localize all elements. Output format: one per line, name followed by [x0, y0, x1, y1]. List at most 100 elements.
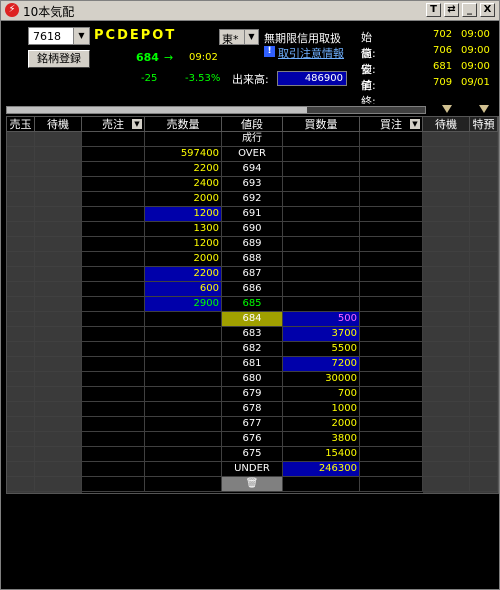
order-cell[interactable] — [360, 192, 423, 206]
order-cell[interactable] — [470, 387, 498, 401]
order-book-row[interactable]: 677 2000 — [7, 417, 498, 432]
price-cell[interactable]: 成行 — [222, 132, 283, 146]
order-cell[interactable] — [35, 147, 82, 161]
col-header-buy-order[interactable]: 買注 ▼ — [360, 117, 423, 132]
buy-qty-cell[interactable] — [283, 177, 360, 191]
order-cell[interactable] — [35, 222, 82, 236]
order-book-row[interactable]: 683 3700 — [7, 327, 498, 342]
order-cell[interactable] — [360, 417, 423, 431]
chevron-down-icon[interactable]: ▼ — [132, 119, 142, 129]
order-cell[interactable] — [82, 447, 145, 461]
order-cell[interactable] — [470, 147, 498, 161]
sell-qty-cell[interactable]: 2000 — [145, 192, 222, 206]
order-cell[interactable] — [7, 177, 35, 191]
buy-qty-cell[interactable] — [283, 237, 360, 251]
order-cell[interactable] — [82, 327, 145, 341]
buy-qty-cell[interactable] — [283, 162, 360, 176]
register-stock-button[interactable]: 銘柄登録 — [28, 50, 90, 68]
buy-qty-cell[interactable] — [283, 252, 360, 266]
order-cell[interactable] — [470, 447, 498, 461]
order-cell[interactable] — [7, 252, 35, 266]
order-cell[interactable] — [470, 462, 498, 476]
order-cell[interactable] — [423, 387, 470, 401]
sell-qty-cell[interactable] — [145, 342, 222, 356]
order-cell[interactable] — [470, 282, 498, 296]
buy-qty-cell[interactable]: 246300 — [283, 462, 360, 476]
order-cell[interactable] — [7, 342, 35, 356]
sell-qty-cell[interactable]: 597400 — [145, 147, 222, 161]
order-cell[interactable] — [470, 297, 498, 311]
order-cell[interactable] — [360, 372, 423, 386]
order-cell[interactable] — [82, 357, 145, 371]
price-cell[interactable]: 682 — [222, 342, 283, 356]
price-cell[interactable]: 677 — [222, 417, 283, 431]
sell-qty-cell[interactable]: 1300 — [145, 222, 222, 236]
sell-qty-cell[interactable]: 2400 — [145, 177, 222, 191]
order-cell[interactable] — [35, 432, 82, 446]
order-cell[interactable] — [470, 207, 498, 221]
order-cell[interactable] — [470, 237, 498, 251]
order-cell[interactable] — [35, 162, 82, 176]
order-book-row[interactable]: 成行 — [7, 132, 498, 147]
market-select[interactable]: 東* ▼ — [219, 29, 259, 46]
order-cell[interactable] — [82, 417, 145, 431]
order-cell[interactable] — [7, 447, 35, 461]
order-cell[interactable] — [423, 372, 470, 386]
price-cell[interactable]: 683 — [222, 327, 283, 341]
buy-qty-cell[interactable]: 3700 — [283, 327, 360, 341]
swap-button[interactable]: ⇄ — [444, 3, 459, 17]
order-cell[interactable] — [360, 297, 423, 311]
order-cell[interactable] — [423, 357, 470, 371]
buy-qty-cell[interactable]: 3800 — [283, 432, 360, 446]
sell-qty-cell[interactable] — [145, 447, 222, 461]
text-mode-button[interactable]: T — [426, 3, 441, 17]
trading-notice-link[interactable]: 取引注意情報 — [278, 45, 344, 61]
order-cell[interactable] — [35, 282, 82, 296]
order-cell[interactable] — [423, 402, 470, 416]
order-book-row[interactable]: 684 500 — [7, 312, 498, 327]
order-cell[interactable] — [7, 357, 35, 371]
buy-qty-cell[interactable] — [283, 147, 360, 161]
order-cell[interactable] — [360, 447, 423, 461]
order-cell[interactable] — [423, 207, 470, 221]
order-cell[interactable] — [360, 387, 423, 401]
order-cell[interactable] — [360, 342, 423, 356]
order-cell[interactable] — [82, 147, 145, 161]
order-cell[interactable] — [423, 192, 470, 206]
order-cell[interactable] — [7, 477, 35, 491]
order-cell[interactable] — [360, 162, 423, 176]
order-book-row[interactable]: 675 15400 — [7, 447, 498, 462]
price-cell[interactable]: 694 — [222, 162, 283, 176]
buy-qty-cell[interactable] — [283, 222, 360, 236]
order-cell[interactable] — [82, 177, 145, 191]
order-cell[interactable] — [423, 237, 470, 251]
sell-qty-cell[interactable]: 2200 — [145, 267, 222, 281]
buy-qty-cell[interactable] — [283, 207, 360, 221]
order-book-row[interactable]: 1200 691 — [7, 207, 498, 222]
trash-icon[interactable]: 🗑 — [246, 478, 259, 489]
order-cell[interactable] — [7, 267, 35, 281]
sell-qty-cell[interactable] — [145, 387, 222, 401]
order-cell[interactable] — [35, 402, 82, 416]
buy-qty-cell[interactable] — [283, 267, 360, 281]
sell-qty-cell[interactable] — [145, 432, 222, 446]
stock-code-combo[interactable]: 7618 ▼ — [28, 27, 90, 45]
order-cell[interactable] — [35, 177, 82, 191]
sell-qty-cell[interactable]: 2000 — [145, 252, 222, 266]
close-button[interactable]: X — [480, 3, 495, 17]
order-cell[interactable] — [360, 252, 423, 266]
order-cell[interactable] — [423, 222, 470, 236]
buy-qty-cell[interactable]: 500 — [283, 312, 360, 326]
order-book-row[interactable]: 678 1000 — [7, 402, 498, 417]
order-cell[interactable] — [360, 207, 423, 221]
order-cell[interactable] — [82, 237, 145, 251]
order-cell[interactable] — [423, 312, 470, 326]
order-cell[interactable] — [423, 177, 470, 191]
order-cell[interactable] — [423, 462, 470, 476]
order-cell[interactable] — [360, 312, 423, 326]
price-cell[interactable]: 679 — [222, 387, 283, 401]
order-cell[interactable] — [7, 432, 35, 446]
order-cell[interactable] — [423, 477, 470, 491]
buy-qty-cell[interactable]: 30000 — [283, 372, 360, 386]
horizontal-scrollbar[interactable] — [6, 106, 426, 114]
